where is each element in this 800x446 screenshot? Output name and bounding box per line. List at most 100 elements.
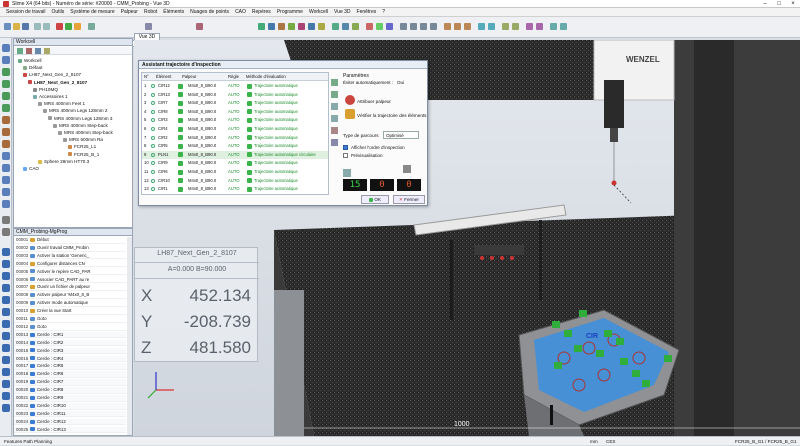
program-scrollbar[interactable] [127, 237, 132, 435]
inspection-row[interactable]: 9 PLN1 M4x0_8_B90.0 AUTO Trajectoire automat… [142, 150, 328, 159]
tree-item[interactable]: Accessoires 1 [33, 94, 68, 99]
menu-item[interactable]: Vue 3D [334, 8, 351, 17]
help-icon[interactable] [560, 23, 567, 30]
method-check-icon[interactable] [247, 100, 252, 106]
program-row[interactable]: 00013 Cercle : CIR1 [14, 331, 126, 339]
program-surface-icon[interactable] [2, 344, 10, 352]
attach-probe-button[interactable]: Attribuer palpeur [357, 99, 391, 104]
tree-item[interactable]: MRS 400mm Step-back [58, 130, 113, 135]
row-radio[interactable] [151, 118, 155, 123]
cone-icon[interactable] [318, 23, 325, 30]
slot-tool-icon[interactable] [2, 152, 10, 160]
method-check-icon[interactable] [247, 109, 252, 115]
show-order-checkbox[interactable] [343, 145, 348, 150]
program-goto-icon[interactable] [2, 404, 10, 412]
cad-icon[interactable] [376, 23, 383, 30]
program-step-icon[interactable] [2, 380, 10, 388]
program-row[interactable]: 00004 Configurer distances CN [14, 261, 126, 268]
element-check-icon[interactable] [178, 152, 183, 158]
method-check-icon[interactable] [247, 117, 252, 123]
program-row[interactable]: 00007 Ouvrir un fichier de palpeur [14, 284, 126, 292]
inspection-row[interactable]: 3 CIR7 M4x0_8_B90.0 AUTO Trajectoire automat… [142, 99, 328, 107]
menu-item[interactable]: Fenêtres [357, 8, 377, 17]
view-side-icon[interactable] [420, 23, 427, 30]
calc-icon[interactable] [343, 169, 351, 177]
ok-button[interactable]: OK [361, 195, 389, 204]
tree-item[interactable]: MRS 400mm Legs 128mm 3 [48, 116, 112, 121]
tree-item[interactable]: Workcell [18, 58, 42, 63]
program-circle-icon[interactable] [2, 260, 10, 268]
method-check-icon[interactable] [247, 186, 252, 192]
row-radio[interactable] [151, 92, 155, 97]
menu-item[interactable]: Session de travail [6, 8, 45, 17]
menu-item[interactable]: Palpeur [121, 8, 138, 17]
element-check-icon[interactable] [178, 117, 183, 123]
menu-item[interactable]: Programme [277, 8, 303, 17]
tree-item[interactable]: LH87_Next_Gen_2_8107 [23, 72, 81, 77]
save-icon[interactable] [22, 23, 29, 30]
program-cylinder-icon[interactable] [2, 284, 10, 292]
robot-icon[interactable] [478, 23, 485, 30]
line-tool-icon[interactable] [2, 80, 10, 88]
menu-item[interactable]: Outils [51, 8, 64, 17]
row-radio[interactable] [151, 170, 155, 174]
cylinder-tool-icon[interactable] [2, 116, 10, 124]
program-plane-icon[interactable] [2, 272, 10, 280]
report-icon[interactable] [366, 23, 373, 30]
program-row[interactable]: 00014 Cercle : CIR2 [14, 339, 126, 347]
element-check-icon[interactable] [178, 169, 183, 175]
properties-icon[interactable] [35, 48, 41, 54]
line-icon[interactable] [268, 23, 275, 30]
method-check-icon[interactable] [247, 178, 252, 184]
edge-tool-icon[interactable] [2, 188, 10, 196]
program-row[interactable]: 00019 Cercle : CIR7 [14, 379, 126, 386]
element-check-icon[interactable] [178, 160, 183, 166]
row-radio[interactable] [151, 127, 155, 131]
program-row[interactable]: 00006 Associer CAD_PART au re [14, 277, 126, 284]
element-check-icon[interactable] [178, 83, 183, 89]
program-row[interactable]: 00009 Activer mode automatique [14, 300, 126, 307]
menu-item[interactable]: ? [382, 8, 385, 17]
row-radio[interactable] [151, 144, 155, 149]
plane-icon[interactable] [288, 23, 295, 30]
program-row[interactable]: 00016 Cercle : CIR4 [14, 355, 126, 363]
program-row[interactable]: 00002 Ouvrir travail CMM_Probin [14, 245, 126, 252]
element-check-icon[interactable] [178, 186, 183, 192]
method-check-icon[interactable] [247, 92, 252, 98]
program-edge-icon[interactable] [2, 356, 10, 364]
menu-item[interactable]: Nuages de points [190, 8, 229, 17]
program-point-icon[interactable] [2, 248, 10, 256]
method-check-icon[interactable] [247, 135, 252, 141]
add-icon[interactable] [17, 48, 23, 54]
probe-attach-icon[interactable] [345, 95, 355, 105]
redo-icon[interactable] [43, 23, 50, 30]
settings-icon[interactable] [550, 23, 557, 30]
inspection-row[interactable]: 1 CIR12 M4x0_8_B90.0 AUTO Trajectoire automa… [142, 82, 328, 90]
program-row[interactable]: 00022 Cercle : CIR10 [14, 402, 126, 410]
row-radio[interactable] [151, 161, 155, 166]
view-iso-icon[interactable] [430, 23, 437, 30]
torus-tool-icon[interactable] [2, 200, 10, 208]
undo-icon[interactable] [34, 23, 41, 30]
inspection-row[interactable]: 8 CIR5 M4x0_8_B90.0 AUTO Trajectoire automat… [142, 142, 328, 150]
program-mark-icon[interactable] [2, 392, 10, 400]
move-up-icon[interactable] [331, 79, 338, 86]
inspection-row[interactable]: 12 CIR10 M4x0_8_B90.0 AUTO Trajectoire autom… [142, 177, 328, 185]
workcell-icon[interactable] [488, 23, 495, 30]
inspection-row[interactable]: 2 CIR13 M4x0_8_B90.0 AUTO Trajectoire automa… [142, 91, 328, 99]
element-check-icon[interactable] [178, 100, 183, 106]
program-row[interactable]: 00015 Cercle : CIR3 [14, 347, 126, 355]
close-icon[interactable]: × [786, 0, 800, 8]
method-check-icon[interactable] [247, 169, 252, 175]
inspection-row[interactable]: 10 CIR9 M4x0_8_B90.0 AUTO Trajectoire automa… [142, 159, 328, 167]
cloud-icon[interactable] [386, 23, 393, 30]
tree-item[interactable]: LH87_Next_Gen_2_8107 [28, 80, 87, 85]
pan-icon[interactable] [454, 23, 461, 30]
view-top-icon[interactable] [410, 23, 417, 30]
element-check-icon[interactable] [178, 143, 183, 149]
tab-vue-3d[interactable]: Vue 3D [134, 33, 160, 40]
method-check-icon[interactable] [247, 83, 252, 89]
select-icon[interactable] [2, 56, 10, 64]
inspection-row[interactable]: 11 CIR6 M4x0_8_B90.0 AUTO Trajectoire automa… [142, 168, 328, 176]
play-icon[interactable] [65, 23, 72, 30]
